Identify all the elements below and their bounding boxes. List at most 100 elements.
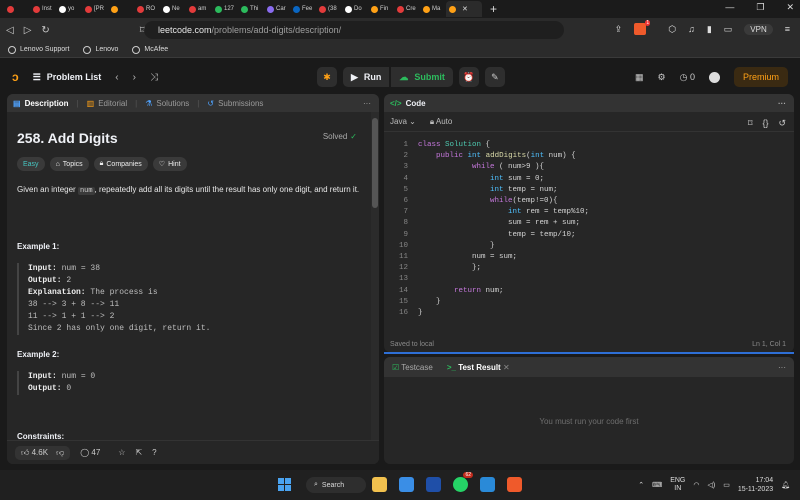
braces-icon[interactable]: {} bbox=[762, 118, 768, 129]
debug-button[interactable]: ✱ bbox=[317, 67, 337, 87]
reload-icon[interactable]: ↻ bbox=[41, 25, 49, 36]
code-line[interactable]: 16} bbox=[384, 308, 794, 319]
file-explorer-icon[interactable] bbox=[372, 477, 387, 492]
vscode-icon[interactable] bbox=[480, 477, 495, 492]
brave-shield-icon[interactable]: 1 bbox=[634, 20, 651, 35]
run-button[interactable]: ▶ Run bbox=[343, 67, 390, 87]
browser-tab[interactable]: yo bbox=[56, 1, 82, 17]
code-line[interactable]: 2 public int addDigits(int num) { bbox=[384, 151, 794, 162]
close-tab-icon[interactable]: ✕ bbox=[462, 5, 468, 13]
browser-tab[interactable]: Thi bbox=[238, 1, 264, 17]
code-line[interactable]: 1 class Solution { bbox=[384, 140, 794, 151]
bookmark-lenovo-support[interactable]: Lenovo Support bbox=[8, 45, 69, 54]
tab-solutions[interactable]: ⚗ Solutions bbox=[145, 99, 189, 108]
timer-icon[interactable]: ⏰ bbox=[458, 67, 479, 87]
bookmark-icon[interactable]: ⌑ bbox=[748, 118, 753, 129]
notification-icon[interactable]: 🔔︎ bbox=[781, 481, 790, 489]
help-icon[interactable]: ? bbox=[152, 448, 156, 457]
code-line[interactable]: 4 int sum = 0; bbox=[384, 174, 794, 185]
next-problem-icon[interactable]: › bbox=[133, 72, 136, 83]
dislike-button[interactable]: 👎︎ bbox=[56, 448, 64, 458]
panel-resize-handle[interactable] bbox=[384, 352, 794, 354]
browser-tab[interactable]: Cre bbox=[394, 1, 420, 17]
browser-tab[interactable]: Inst bbox=[30, 1, 56, 17]
extensions-icon[interactable]: ⬡ bbox=[668, 24, 676, 35]
code-line[interactable]: 14 return num; bbox=[384, 286, 794, 297]
avatar[interactable] bbox=[708, 71, 720, 83]
code-line[interactable]: 7 int rem = temp%10; bbox=[384, 207, 794, 218]
tab-test-result[interactable]: >_ Test Result ✕ bbox=[447, 363, 510, 372]
reset-icon[interactable]: ↺ bbox=[778, 118, 786, 129]
share-link-icon[interactable]: ⇱ bbox=[135, 448, 142, 457]
volume-icon[interactable]: ◁) bbox=[707, 481, 715, 489]
browser-tab[interactable] bbox=[108, 1, 134, 17]
url-input[interactable]: leetcode.com/problems/add-digits/descrip… bbox=[144, 21, 564, 39]
browser-tab[interactable]: Do bbox=[342, 1, 368, 17]
notes-icon[interactable]: ✎ bbox=[484, 67, 505, 87]
code-line[interactable]: 10 } bbox=[384, 241, 794, 252]
code-line[interactable]: 3 while ( num>9 ){ bbox=[384, 162, 794, 173]
code-line[interactable]: 11 num = sum; bbox=[384, 252, 794, 263]
windows-start-icon[interactable] bbox=[278, 478, 291, 491]
browser-tab[interactable]: am bbox=[186, 1, 212, 17]
browser-tab[interactable] bbox=[4, 1, 30, 17]
browser-tab[interactable]: Ma bbox=[420, 1, 446, 17]
browser-tab[interactable]: ✕ bbox=[446, 1, 482, 17]
companies-tag[interactable]: 🔒︎ Companies bbox=[93, 157, 148, 171]
forward-icon[interactable]: ▷ bbox=[24, 25, 32, 36]
browser-tab[interactable]: Fee bbox=[290, 1, 316, 17]
code-line[interactable]: 6 while(temp!=0){ bbox=[384, 196, 794, 207]
prev-problem-icon[interactable]: ‹ bbox=[115, 72, 118, 83]
taskbar-search[interactable]: ⌕ Search bbox=[306, 477, 366, 493]
topics-tag[interactable]: ⌂ Topics bbox=[49, 157, 89, 171]
back-icon[interactable]: ◁ bbox=[6, 25, 14, 36]
more-icon[interactable]: ··· bbox=[778, 363, 786, 372]
l-app-icon[interactable] bbox=[426, 477, 441, 492]
tab-description[interactable]: ▤ Description bbox=[13, 99, 69, 108]
code-line[interactable]: 8 sum = rem + sum; bbox=[384, 218, 794, 229]
wifi-icon[interactable]: ◠ bbox=[693, 481, 699, 489]
new-tab-icon[interactable]: + bbox=[490, 2, 497, 16]
clock[interactable]: 17:04 15-11-2023 bbox=[738, 476, 773, 494]
auto-mode[interactable]: 🔒︎ Auto bbox=[430, 117, 453, 127]
code-line[interactable]: 9 temp = temp/10; bbox=[384, 230, 794, 241]
tab-editorial[interactable]: ▥ Editorial bbox=[87, 99, 127, 108]
problem-title[interactable]: 258. Add Digits bbox=[17, 130, 118, 146]
more-icon[interactable]: ··· bbox=[363, 99, 371, 108]
problem-list-button[interactable]: ☰ Problem List bbox=[33, 72, 102, 83]
whatsapp-icon[interactable]: 62 bbox=[453, 472, 473, 492]
battery-icon[interactable]: ▭ bbox=[723, 481, 730, 489]
code-editor[interactable]: 1 class Solution {2 public int addDigits(… bbox=[384, 140, 794, 319]
browser-tab[interactable]: RO bbox=[134, 1, 160, 17]
browser-tab[interactable]: 127 bbox=[212, 1, 238, 17]
premium-button[interactable]: Premium bbox=[733, 67, 788, 87]
more-icon[interactable]: ··· bbox=[778, 99, 786, 108]
hint-tag[interactable]: ♡ Hint bbox=[152, 157, 187, 171]
brave-icon[interactable] bbox=[507, 477, 522, 492]
browser-tab[interactable]: Car bbox=[264, 1, 290, 17]
browser-tab[interactable]: Fin bbox=[368, 1, 394, 17]
browser-tab[interactable]: Ne bbox=[160, 1, 186, 17]
like-button[interactable]: 👍︎ 4.6K bbox=[21, 448, 48, 458]
close-tab-icon[interactable]: ✕ bbox=[503, 363, 510, 372]
language-indicator[interactable]: ENG IN bbox=[670, 477, 685, 493]
code-line[interactable]: 13 bbox=[384, 274, 794, 285]
media-icon[interactable]: ♫ bbox=[688, 24, 695, 34]
code-line[interactable]: 15 } bbox=[384, 297, 794, 308]
submit-button[interactable]: ☁ Submit bbox=[391, 67, 453, 87]
chevron-up-icon[interactable]: ⌃ bbox=[638, 481, 644, 489]
layout-icon[interactable]: ▦ bbox=[635, 72, 644, 83]
streak-counter[interactable]: ◷ 0 bbox=[680, 72, 695, 83]
keyboard-icon[interactable]: ⌨ bbox=[652, 481, 662, 489]
minimize-icon[interactable]: — bbox=[725, 2, 734, 13]
wallet-icon[interactable]: ▭ bbox=[724, 24, 733, 35]
browser-tab[interactable]: (38 bbox=[316, 1, 342, 17]
language-select[interactable]: Java ⌄ bbox=[390, 117, 416, 126]
menu-icon[interactable]: ≡ bbox=[785, 24, 790, 34]
share-icon[interactable]: ⇪ bbox=[615, 24, 623, 35]
comments-button[interactable]: ◯ 47 bbox=[80, 448, 100, 457]
tab-submissions[interactable]: ↺ Submissions bbox=[207, 99, 263, 108]
browser-tab[interactable]: [PR bbox=[82, 1, 108, 17]
vpn-button[interactable]: VPN bbox=[744, 23, 773, 35]
store-icon[interactable] bbox=[399, 477, 414, 492]
